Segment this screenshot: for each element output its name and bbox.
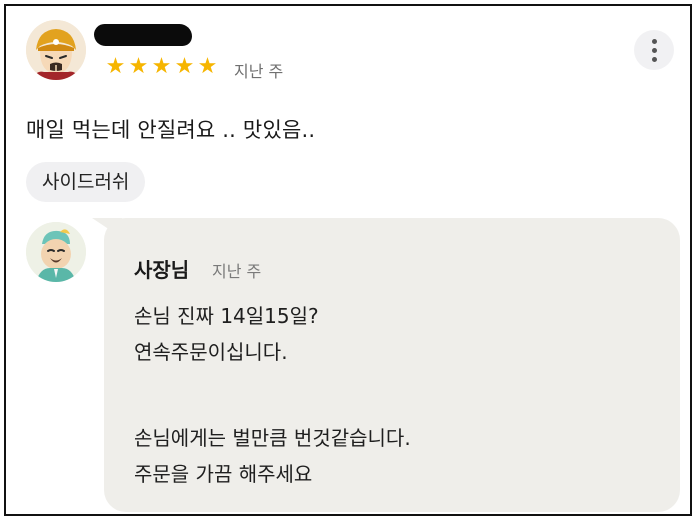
reply-line: 주문을 가끔 해주세요 bbox=[134, 462, 313, 486]
star-icon: ★ bbox=[174, 54, 195, 79]
owner-reply-text: 손님 진짜 14일15일? 연속주문이십니다. 손님에게는 벌만큼 번것같습니다… bbox=[134, 298, 411, 492]
reply-timestamp: 지난 주 bbox=[212, 262, 262, 281]
review-timestamp: 지난 주 bbox=[234, 62, 284, 81]
reply-line-blank bbox=[134, 370, 411, 420]
more-options-button[interactable] bbox=[634, 30, 674, 70]
reply-line: 손님에게는 벌만큼 번것같습니다. bbox=[134, 426, 411, 450]
star-icon: ★ bbox=[105, 54, 126, 79]
star-icon: ★ bbox=[151, 54, 172, 79]
reviewer-avatar-illustration bbox=[26, 20, 86, 80]
menu-tag-chip[interactable]: 사이드러쉬 bbox=[26, 162, 146, 202]
more-vertical-icon-dot bbox=[651, 56, 657, 62]
star-icon: ★ bbox=[128, 54, 149, 79]
more-vertical-icon bbox=[651, 38, 657, 44]
owner-name: 사장님 bbox=[134, 258, 190, 282]
rating-stars: ★ ★ ★ ★ ★ bbox=[104, 54, 219, 80]
reviewer-avatar[interactable] bbox=[26, 20, 86, 80]
more-vertical-icon-dot bbox=[651, 47, 657, 53]
owner-avatar[interactable] bbox=[26, 222, 86, 282]
reply-line: 연속주문이십니다. bbox=[134, 340, 288, 364]
owner-avatar-illustration bbox=[26, 222, 86, 282]
redacted-username bbox=[94, 24, 192, 46]
star-icon: ★ bbox=[197, 54, 218, 79]
review-body: 매일 먹는데 안질려요 .. 맛있음.. bbox=[26, 118, 316, 142]
review-card: ★ ★ ★ ★ ★ 지난 주 매일 먹는데 안질려요 .. 맛있음.. 사이드러쉬 사장… bbox=[4, 4, 692, 516]
reply-line: 손님 진짜 14일15일? bbox=[134, 304, 319, 328]
